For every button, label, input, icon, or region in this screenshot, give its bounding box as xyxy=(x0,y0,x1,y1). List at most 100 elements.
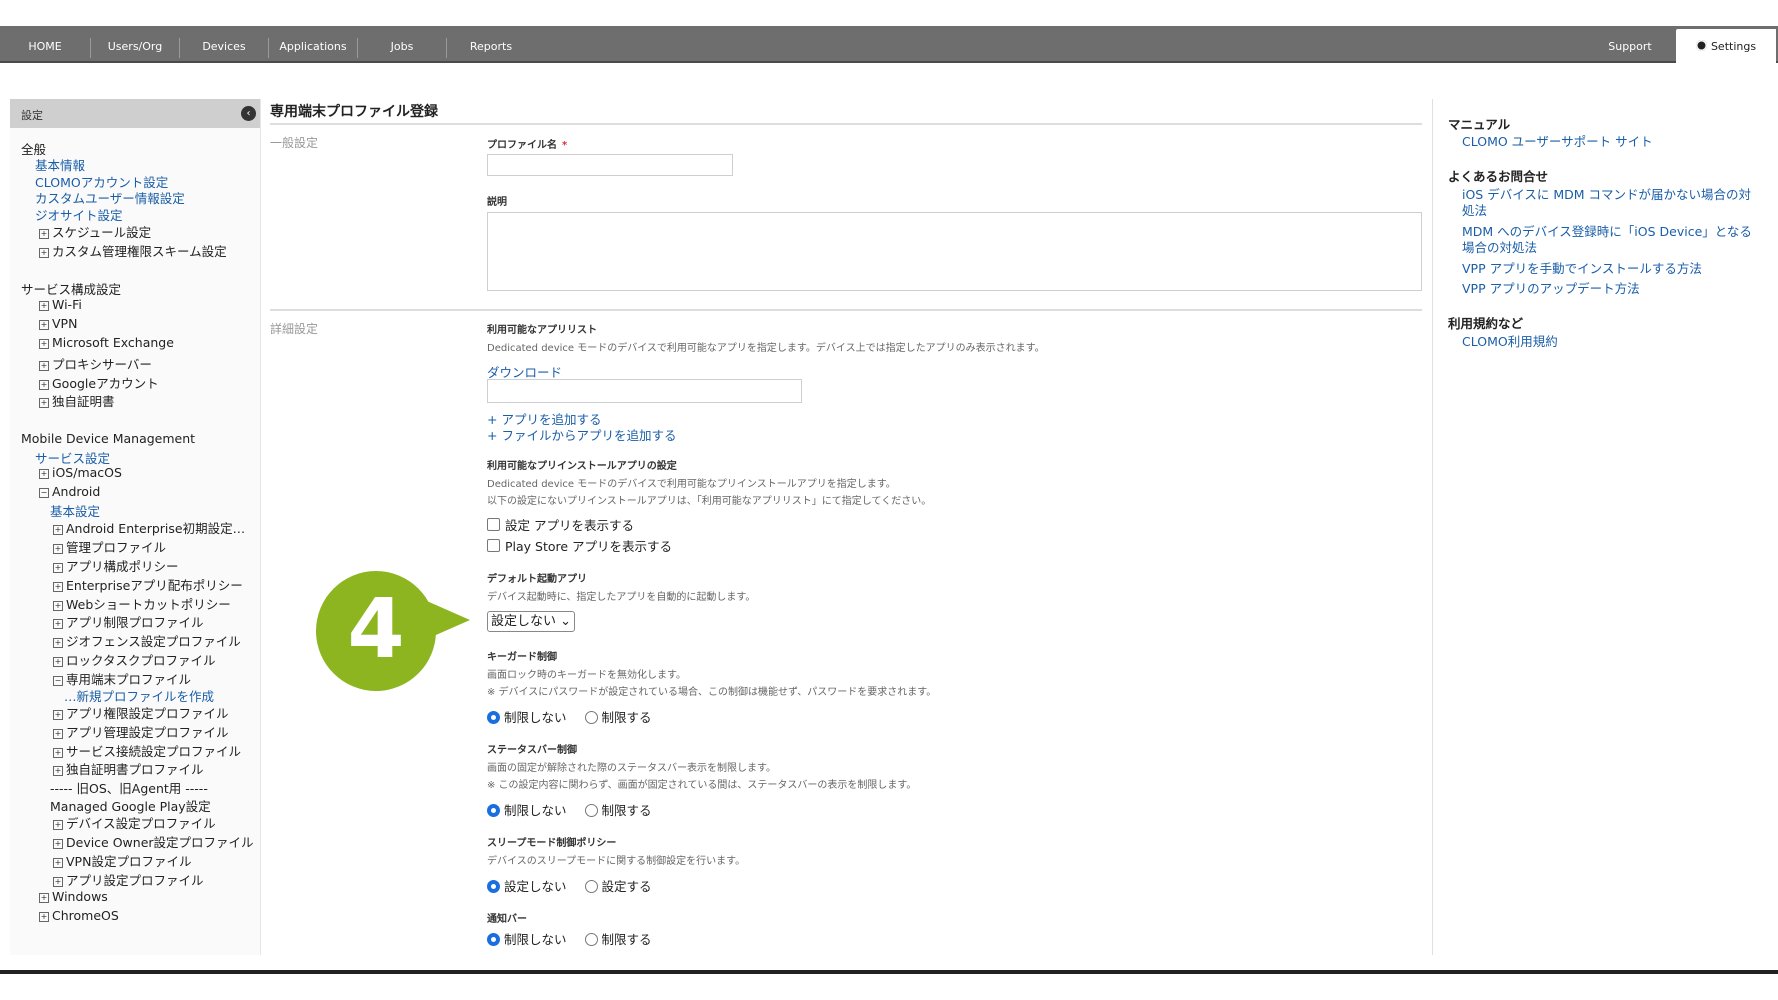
tree-item-chromeos[interactable]: + ChromeOS xyxy=(39,908,119,923)
notify-label: 通知バー xyxy=(487,914,527,925)
tree-legacy-divider: ----- 旧OS、旧Agent用 ----- xyxy=(50,781,208,796)
tree-item-app-settings[interactable]: + アプリ設定プロファイル xyxy=(53,870,204,889)
tree-section-mdm: Mobile Device Management xyxy=(21,431,196,446)
tree-item-custom-admin[interactable]: + カスタム管理権限スキーム設定 xyxy=(39,241,227,260)
tree-item-certificate[interactable]: + 独自証明書 xyxy=(39,391,115,410)
bottom-border xyxy=(0,970,1778,974)
tree-item-geofence[interactable]: + ジオフェンス設定プロファイル xyxy=(53,631,241,650)
preinstall-desc-2: 以下の設定にないプリインストールアプリは、「利用可能なアプリリスト」にて指定して… xyxy=(487,496,932,507)
tree-item-app-management[interactable]: + アプリ管理設定プロファイル xyxy=(53,722,229,741)
tree-item-windows[interactable]: + Windows xyxy=(39,889,108,904)
tree-item-ios-macos[interactable]: + iOS/macOS xyxy=(39,465,122,480)
expand-icon: + xyxy=(53,877,63,887)
divider xyxy=(270,309,1422,311)
checkbox-icon xyxy=(487,518,500,531)
nav-applications[interactable]: Applications xyxy=(269,26,357,61)
sidebar-title: 設定 xyxy=(21,109,43,122)
tree-item-schedule[interactable]: + スケジュール設定 xyxy=(39,222,151,241)
expand-icon: + xyxy=(53,839,63,849)
show-settings-app-checkbox[interactable]: 設定 アプリを表示する xyxy=(487,515,634,534)
tree-item-enterprise-app[interactable]: + Enterpriseアプリ配布ポリシー xyxy=(53,575,243,594)
description-label: 説明 xyxy=(487,197,507,208)
tree-item-device-owner[interactable]: + Device Owner設定プロファイル xyxy=(53,832,254,851)
statusbar-radio-group: 制限しない 制限する xyxy=(487,800,652,819)
description-textarea[interactable] xyxy=(487,212,1422,291)
tree-item-vpn-profile[interactable]: + VPN設定プロファイル xyxy=(53,851,191,870)
radio-no-restrict[interactable]: 制限しない xyxy=(487,710,567,725)
nav-support[interactable]: Support xyxy=(1580,26,1680,61)
radio-not-set[interactable]: 設定しない xyxy=(487,879,567,894)
tree-item-wifi[interactable]: + Wi-Fi xyxy=(39,297,82,312)
nav-devices[interactable]: Devices xyxy=(180,26,268,61)
tree-item-web-shortcut[interactable]: + Webショートカットポリシー xyxy=(53,594,231,613)
statusbar-label: ステータスバー制御 xyxy=(487,745,577,756)
radio-set[interactable]: 設定する xyxy=(584,879,652,894)
terms-link[interactable]: CLOMO利用規約 xyxy=(1462,334,1762,350)
nav-settings-tab[interactable]: Settings xyxy=(1676,29,1776,63)
radio-restrict[interactable]: 制限する xyxy=(584,932,652,947)
tree-item-app-config[interactable]: + アプリ構成ポリシー xyxy=(53,556,179,575)
keyguard-label: キーガード制御 xyxy=(487,652,557,663)
nav-users-org[interactable]: Users/Org xyxy=(91,26,179,61)
add-from-file-link[interactable]: + ファイルからアプリを追加する xyxy=(487,425,676,444)
radio-icon xyxy=(584,711,598,724)
collapse-tree-icon: − xyxy=(53,676,63,686)
tree-item-app-restriction[interactable]: + アプリ制限プロファイル xyxy=(53,612,204,631)
faq-link[interactable]: iOS デバイスに MDM コマンドが届かない場合の対処法 xyxy=(1462,187,1762,219)
tree-item-device-settings[interactable]: + デバイス設定プロファイル xyxy=(53,813,216,832)
tree-item-vpn[interactable]: + VPN xyxy=(39,316,77,331)
default-app-select[interactable]: 設定しない ⌄ xyxy=(487,611,576,632)
expand-icon: + xyxy=(39,398,49,408)
radio-selected-icon xyxy=(487,880,500,893)
radio-no-restrict[interactable]: 制限しない xyxy=(487,932,567,947)
profile-name-input[interactable] xyxy=(487,154,733,176)
profile-name-label: プロファイル名 * xyxy=(487,140,568,151)
tree-item-app-permission[interactable]: + アプリ権限設定プロファイル xyxy=(53,703,229,722)
step-callout-badge: 4 xyxy=(316,571,436,691)
radio-restrict[interactable]: 制限する xyxy=(584,803,652,818)
radio-selected-icon xyxy=(487,933,500,946)
sleep-label: スリープモード制御ポリシー xyxy=(487,838,617,849)
keyguard-radio-group: 制限しない 制限する xyxy=(487,707,652,726)
divider xyxy=(270,123,1422,125)
keyguard-desc-1: 画面ロック時のキーガードを無効化します。 xyxy=(487,670,686,681)
required-mark: * xyxy=(562,140,568,151)
tree-item-cert-profile[interactable]: + 独自証明書プロファイル xyxy=(53,759,204,778)
radio-no-restrict[interactable]: 制限しない xyxy=(487,803,567,818)
expand-icon: + xyxy=(39,893,49,903)
app-list-input[interactable] xyxy=(487,379,802,403)
app-list-desc: Dedicated device モードのデバイスで利用可能なアプリを指定します… xyxy=(487,343,1045,354)
nav-home[interactable]: HOME xyxy=(0,26,90,61)
tree-item-lock-task[interactable]: + ロックタスクプロファイル xyxy=(53,650,216,669)
faq-title: よくあるお問合せ xyxy=(1448,169,1549,184)
nav-jobs[interactable]: Jobs xyxy=(358,26,446,61)
faq-link[interactable]: VPP アプリを手動でインストールする方法 xyxy=(1462,261,1762,277)
statusbar-desc-1: 画面の固定が解除された際のステータスバー表示を制限します。 xyxy=(487,763,776,774)
tree-item-service-connection[interactable]: + サービス接続設定プロファイル xyxy=(53,741,241,760)
radio-restrict[interactable]: 制限する xyxy=(584,710,652,725)
tree-item-android-enterprise[interactable]: + Android Enterprise初期設定… xyxy=(53,518,245,537)
expand-icon: + xyxy=(53,619,63,629)
notify-radio-group: 制限しない 制限する xyxy=(487,929,652,948)
expand-icon: + xyxy=(53,657,63,667)
tree-item-proxy[interactable]: + プロキシサーバー xyxy=(39,354,152,373)
collapse-tree-icon: − xyxy=(39,488,49,498)
nav-reports[interactable]: Reports xyxy=(447,26,535,61)
tree-item-managed-profile[interactable]: + 管理プロファイル xyxy=(53,537,166,556)
default-app-desc: デバイス起動時に、指定したアプリを自動的に起動します。 xyxy=(487,592,756,603)
chevron-down-icon: ⌄ xyxy=(560,614,572,629)
faq-link[interactable]: MDM へのデバイス登録時に「iOS Device」となる場合の対処法 xyxy=(1462,224,1762,256)
statusbar-desc-2: ※ この設定内容に関わらず、画面が固定されている間は、ステータスバーの表示を制限… xyxy=(487,780,917,791)
collapse-icon[interactable]: ‹ xyxy=(241,106,256,121)
tree-item-google-account[interactable]: + Googleアカウント xyxy=(39,373,159,392)
show-play-store-checkbox[interactable]: Play Store アプリを表示する xyxy=(487,536,672,555)
manual-link[interactable]: CLOMO ユーザーサポート サイト xyxy=(1462,134,1762,150)
tree-item-android[interactable]: − Android xyxy=(39,484,100,499)
tree-section-service: サービス構成設定 xyxy=(21,282,122,297)
expand-icon: + xyxy=(53,820,63,830)
expand-icon: + xyxy=(39,380,49,390)
faq-link[interactable]: VPP アプリのアップデート方法 xyxy=(1462,281,1762,297)
default-app-label: デフォルト起動アプリ xyxy=(487,574,587,585)
tree-item-exchange[interactable]: + Microsoft Exchange xyxy=(39,335,174,350)
sleep-desc: デバイスのスリープモードに関する制御設定を行います。 xyxy=(487,856,746,867)
